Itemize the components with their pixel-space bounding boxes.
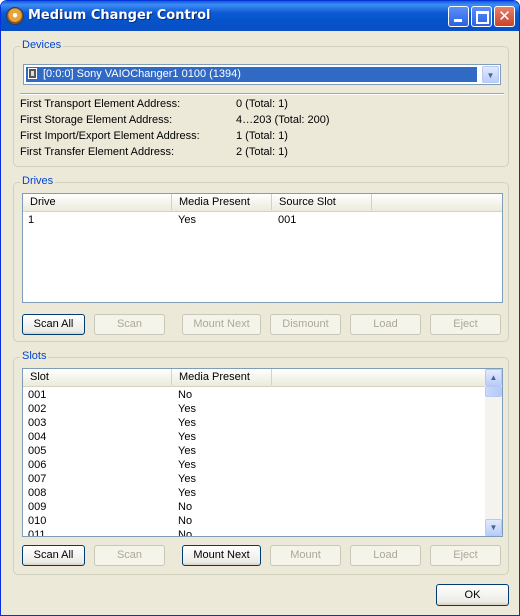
media-present-cell: Yes [178, 417, 196, 429]
slot-cell: 003 [28, 417, 47, 429]
devices-legend: Devices [20, 39, 64, 51]
slots-mount-next-button[interactable]: Mount Next [182, 545, 261, 566]
drive-cell: 1 [28, 214, 35, 226]
table-row[interactable]: 009 No [23, 501, 485, 515]
import-export-address-label: First Import/Export Element Address: [20, 130, 200, 142]
window-title: Medium Changer Control [28, 8, 211, 23]
minimize-icon [454, 19, 462, 22]
ok-button[interactable]: OK [436, 584, 509, 606]
slots-scan-button[interactable]: Scan [94, 545, 165, 566]
slots-group: Slots Slot Media Present 001 No 002 Yes 003 Y… [13, 350, 509, 575]
table-row[interactable]: 008 Yes [23, 487, 485, 501]
transfer-address-label: First Transfer Element Address: [20, 146, 175, 158]
scroll-up-arrow-icon[interactable]: ▲ [485, 369, 502, 386]
title-bar[interactable]: Medium Changer Control ✕ [1, 1, 519, 31]
table-row[interactable]: 006 Yes [23, 459, 485, 473]
media-present-cell: Yes [178, 487, 196, 499]
slot-cell: 007 [28, 473, 47, 485]
slots-eject-button[interactable]: Eject [430, 545, 501, 566]
table-row[interactable]: 1 Yes 001 [23, 214, 502, 228]
scroll-thumb[interactable] [485, 386, 502, 397]
close-icon: ✕ [498, 7, 511, 25]
slot-cell: 006 [28, 459, 47, 471]
transport-address-label: First Transport Element Address: [20, 98, 181, 110]
table-row[interactable]: 011 No [23, 529, 485, 537]
slots-scrollbar[interactable]: ▲ ▼ [485, 369, 502, 536]
close-button[interactable]: ✕ [494, 6, 515, 27]
media-present-cell: No [178, 529, 193, 537]
slots-scan-all-button[interactable]: Scan All [22, 545, 85, 566]
disc-icon [7, 8, 23, 24]
slot-cell: 011 [28, 529, 46, 537]
device-select-selection: [0:0:0] Sony VAIOChanger1 0100 (1394) [26, 67, 477, 82]
media-present-cell: Yes [178, 214, 196, 226]
scroll-down-arrow-icon[interactable]: ▼ [485, 519, 502, 536]
table-row[interactable]: 010 No [23, 515, 485, 529]
transfer-address-value: 2 (Total: 1) [236, 146, 288, 158]
drives-list[interactable]: Drive Media Present Source Slot 1 Yes 00… [22, 193, 503, 303]
storage-address-value: 4…203 (Total: 200) [236, 114, 330, 126]
media-present-column-header[interactable]: Media Present [172, 194, 272, 210]
device-select-value: [0:0:0] Sony VAIOChanger1 0100 (1394) [43, 68, 241, 80]
slot-column-header[interactable]: Slot [23, 369, 172, 385]
slots-list-header: Slot Media Present [23, 369, 485, 387]
slot-cell: 004 [28, 431, 47, 443]
drives-group: Drives Drive Media Present Source Slot 1… [13, 175, 509, 342]
storage-address-label: First Storage Element Address: [20, 114, 173, 126]
media-present-cell: Yes [178, 431, 196, 443]
devices-separator [20, 93, 504, 95]
drives-list-header: Drive Media Present Source Slot [23, 194, 502, 212]
drives-eject-button[interactable]: Eject [430, 314, 501, 335]
device-select[interactable]: [0:0:0] Sony VAIOChanger1 0100 (1394) ▼ [23, 64, 501, 85]
drives-scan-all-button[interactable]: Scan All [22, 314, 85, 335]
drives-dismount-button[interactable]: Dismount [270, 314, 341, 335]
media-present-column-header[interactable]: Media Present [172, 369, 272, 385]
table-row[interactable]: 003 Yes [23, 417, 485, 431]
media-present-cell: No [178, 501, 193, 513]
slot-cell: 001 [28, 389, 47, 401]
drives-mount-next-button[interactable]: Mount Next [182, 314, 261, 335]
slot-cell: 002 [28, 403, 47, 415]
drive-icon [28, 68, 37, 79]
devices-group: Devices [0:0:0] Sony VAIOChanger1 0100 (… [13, 39, 509, 167]
media-present-cell: Yes [178, 445, 196, 457]
table-row[interactable]: 007 Yes [23, 473, 485, 487]
maximize-icon [476, 11, 489, 24]
import-export-address-value: 1 (Total: 1) [236, 130, 288, 142]
minimize-button[interactable] [448, 6, 469, 27]
drive-column-header[interactable]: Drive [23, 194, 172, 210]
media-present-cell: No [178, 389, 193, 401]
chevron-down-icon[interactable]: ▼ [482, 66, 499, 83]
slot-cell: 009 [28, 501, 47, 513]
table-row[interactable]: 001 No [23, 389, 485, 403]
slot-cell: 008 [28, 487, 47, 499]
media-present-cell: Yes [178, 459, 196, 471]
transport-address-value: 0 (Total: 1) [236, 98, 288, 110]
media-present-cell: Yes [178, 403, 196, 415]
drives-load-button[interactable]: Load [350, 314, 421, 335]
table-row[interactable]: 004 Yes [23, 431, 485, 445]
slot-cell: 005 [28, 445, 47, 457]
source-slot-cell: 001 [278, 214, 297, 226]
source-slot-column-header[interactable]: Source Slot [272, 194, 372, 210]
table-row[interactable]: 002 Yes [23, 403, 485, 417]
table-row[interactable]: 005 Yes [23, 445, 485, 459]
slots-mount-button[interactable]: Mount [270, 545, 341, 566]
media-present-cell: Yes [178, 473, 196, 485]
maximize-button[interactable] [471, 6, 492, 27]
media-present-cell: No [178, 515, 193, 527]
slot-cell: 010 [28, 515, 47, 527]
drives-legend: Drives [20, 175, 56, 187]
medium-changer-dialog: Medium Changer Control ✕ Devices [0:0:0]… [0, 0, 520, 616]
drives-scan-button[interactable]: Scan [94, 314, 165, 335]
slots-load-button[interactable]: Load [350, 545, 421, 566]
slots-list[interactable]: Slot Media Present 001 No 002 Yes 003 Yes 004 Y… [22, 368, 503, 537]
slots-legend: Slots [20, 350, 49, 362]
